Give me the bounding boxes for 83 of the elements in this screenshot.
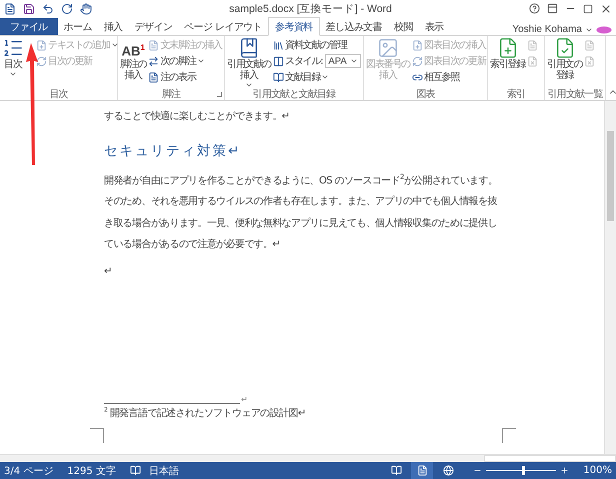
ribbon-tab[interactable]: 表示: [418, 18, 450, 35]
help-icon[interactable]: [529, 3, 540, 14]
ribbon-button[interactable]: 文献目録: [273, 70, 361, 84]
ribbon-button[interactable]: 次の脚注: [148, 54, 222, 68]
cloud-icon: [596, 26, 612, 34]
globe-icon: [442, 465, 454, 476]
file-tab[interactable]: ファイル: [0, 18, 58, 35]
paragraph: ↵: [104, 264, 113, 279]
ribbon-button[interactable]: AB$^{1}$ 脚注の 挿入: [120, 37, 146, 87]
ribbon-button[interactable]: 相互参照: [412, 70, 486, 84]
style-select[interactable]: スタイル: APA: [273, 54, 361, 68]
paragraph: 開発者が自由にアプリを作ることができるように、OS のソースコード$^{2}$が公開されています。そのため、それを悪用するウイルスの作者も存在します。また、アプリの中でも個人情報を抜き取る場合があります。一見、便利な無料なアプリに見えても、個人情報収集のために提供している場合があるので注意が必要です。↵: [104, 172, 498, 252]
language[interactable]: 日本語: [148, 464, 179, 478]
arrows-icon: [148, 56, 160, 66]
ribbon-tab[interactable]: 校閲: [388, 18, 419, 35]
ribbon-tab[interactable]: 差し込み文書: [320, 18, 388, 35]
refresh-icon: [36, 56, 47, 66]
word-count[interactable]: 1295 文字: [67, 464, 116, 478]
margin-mark: [502, 428, 516, 443]
ribbon-button[interactable]: 索引登録: [490, 37, 526, 87]
refresh-icon: [412, 56, 424, 66]
zoom-thumb[interactable]: [522, 466, 525, 475]
list-icon: [2, 37, 24, 59]
ribbon-tab[interactable]: ホーム: [58, 18, 98, 35]
document-icon: [148, 40, 160, 50]
document-icon: [416, 465, 428, 476]
group-label: 目次: [48, 88, 69, 100]
footnote: $^{2}$ 開発言語で記述されたソフトウェアの設計図↵: [104, 406, 306, 420]
undo-icon[interactable]: [42, 2, 54, 14]
ribbon-tab[interactable]: 参考資料: [268, 17, 320, 36]
ribbon-tab[interactable]: 挿入: [98, 18, 129, 35]
heading: セキュリティ対策↵: [104, 142, 242, 160]
group-label: 引用文献一覧: [546, 88, 604, 100]
caret-icon[interactable]: [245, 81, 253, 89]
document-plus-icon: [36, 40, 47, 50]
columns-icon: [273, 56, 284, 66]
book-icon: [390, 465, 402, 476]
maximize-icon[interactable]: [583, 4, 593, 14]
document-plus-icon: [412, 40, 424, 50]
document-icon: [148, 72, 160, 82]
ribbon-button[interactable]: 引用文の 登録: [547, 37, 582, 87]
caret-icon[interactable]: [196, 57, 205, 65]
close-icon[interactable]: [600, 2, 612, 14]
caret-icon[interactable]: [350, 57, 358, 65]
document-icon: [584, 40, 596, 50]
proofing-icon[interactable]: [130, 465, 141, 476]
caret-icon[interactable]: [9, 70, 17, 78]
dialog-launcher-icon[interactable]: [217, 92, 222, 97]
ribbon-button[interactable]: 資料文献の管理: [273, 38, 361, 52]
word-logo-icon: [4, 2, 16, 14]
redo-icon[interactable]: [61, 2, 73, 14]
save-icon[interactable]: [23, 2, 35, 14]
book-icon: [238, 37, 260, 59]
ribbon-display-icon[interactable]: [547, 3, 558, 14]
group-label: 索引: [506, 88, 526, 100]
document-x-icon: [527, 56, 538, 66]
ribbon-tab[interactable]: ページ レイアウト: [178, 18, 268, 35]
books-icon: [273, 40, 284, 50]
touch-mode-icon[interactable]: [80, 2, 92, 14]
paragraph-mark: ↵: [241, 396, 248, 404]
ribbon-tab[interactable]: デザイン: [128, 18, 178, 35]
image-icon: [377, 37, 399, 59]
ribbon-button[interactable]: 注の表示: [148, 70, 222, 84]
group-label: 図表: [415, 88, 436, 100]
document-x-icon: [584, 56, 596, 66]
group-label: 引用文献と文献目録: [252, 88, 337, 100]
vertical-scrollbar[interactable]: [604, 101, 616, 454]
user-name[interactable]: Yoshie Kohama: [512, 24, 582, 35]
page-count[interactable]: 3/4 ページ: [4, 464, 54, 478]
footnote-icon: AB$^{1}$: [122, 37, 145, 59]
group-label: 脚注: [160, 88, 182, 100]
ribbon-button[interactable]: 目次: [2, 37, 24, 87]
margin-mark: [90, 428, 104, 443]
caret-icon[interactable]: [321, 73, 330, 81]
book-icon: [273, 72, 284, 82]
view-button[interactable]: [411, 462, 434, 479]
zoom-in-icon[interactable]: [560, 466, 570, 475]
window-title: sample5.docx [互換モード] - Word: [228, 2, 393, 16]
paragraph: することで快適に楽しむことができます。↵: [104, 110, 290, 124]
ribbon-button[interactable]: 引用文献の 挿入: [227, 37, 272, 87]
horizontal-scrollbar[interactable]: [0, 454, 616, 462]
document-icon: [527, 40, 538, 50]
zoom-percent[interactable]: 100%: [583, 465, 612, 476]
